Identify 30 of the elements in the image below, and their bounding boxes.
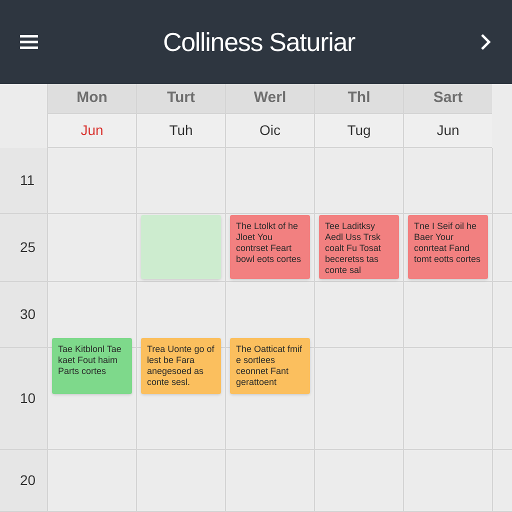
time-label: 20	[20, 471, 36, 490]
event-text: Tne I Seif oil he Baer Your conrteat Fand tomt eotts cortes	[414, 221, 482, 265]
weekday-header: Werl	[226, 84, 314, 113]
chevron-right-icon[interactable]	[480, 34, 492, 50]
weekday-header: Sart	[404, 84, 492, 113]
event-card[interactable]: Tne I Seif oil he Baer Your conrteat Fand tomt eotts cortes	[408, 215, 488, 279]
date-cell[interactable]: Tuh	[137, 113, 225, 148]
event-card[interactable]: Tae Kitblonl Tae kaet Fout haim Parts cortes	[52, 338, 132, 394]
time-label: 11	[20, 171, 35, 190]
menu-icon[interactable]	[20, 35, 38, 49]
event-text: Tae Kitblonl Tae kaet Fout haim Parts cortes	[58, 344, 122, 377]
date-cell[interactable]: Jun	[404, 113, 492, 148]
event-text: The Oatticat fmif e sortlees ceonnet Fant gerattoent	[236, 344, 304, 388]
event-text: Tee Laditksy Aedl Uss Trsk coalt Fu Tosat beceretss tas conte sal	[325, 221, 382, 276]
weekday-header: Mon	[48, 84, 136, 113]
event-text: The Ltolkt of he Jloet You contrset Feart bowl eots cortes	[236, 221, 302, 265]
event-card[interactable]: Trea Uonte go of lest be Fara anegesoed as conte sesl.	[141, 338, 221, 394]
header-title: Colliness Saturiar	[162, 26, 356, 58]
event-text: Trea Uonte go of lest be Fara anegesoed as conte sesl.	[147, 344, 215, 388]
event-card[interactable]: The Ltolkt of he Jloet You contrset Feart bowl eots cortes	[230, 215, 310, 279]
date-cell[interactable]: Tug	[315, 113, 403, 148]
time-label: 30	[20, 305, 36, 324]
time-label: 10	[20, 389, 36, 408]
event-card[interactable]: Tee Laditksy Aedl Uss Trsk coalt Fu Tosat beceretss tas conte sal	[319, 215, 399, 279]
weekday-header: Thl	[315, 84, 403, 113]
time-label: 25	[20, 238, 36, 257]
event-card[interactable]: The Oatticat fmif e sortlees ceonnet Fant gerattoent	[230, 338, 310, 394]
date-cell[interactable]: Jun	[48, 113, 136, 148]
date-cell[interactable]: Oic	[226, 113, 314, 148]
weekday-header: Turt	[137, 84, 225, 113]
